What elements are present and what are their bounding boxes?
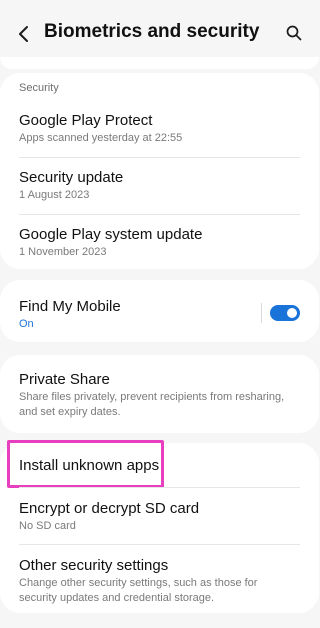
item-title: Find My Mobile — [19, 298, 121, 315]
app-header: Biometrics and security — [0, 0, 319, 64]
item-title: Google Play Protect — [19, 112, 153, 129]
item-title: Other security settings — [19, 557, 169, 574]
toggle-knob — [285, 306, 299, 320]
chevron-left-icon — [19, 26, 28, 42]
vertical-separator — [261, 303, 262, 323]
other-security-settings-item[interactable]: Other security settings Change other sec… — [0, 556, 319, 606]
item-title: Google Play system update — [19, 226, 203, 243]
divider — [19, 214, 300, 215]
item-subtitle: No SD card — [19, 520, 76, 532]
item-subtitle: Apps scanned yesterday at 22:55 — [19, 132, 183, 144]
google-play-system-update-item[interactable]: Google Play system update 1 November 202… — [0, 225, 319, 260]
highlight-annotation — [7, 440, 164, 488]
divider — [19, 487, 300, 488]
security-update-item[interactable]: Security update 1 August 2023 — [0, 168, 319, 203]
item-subtitle: Share files privately, prevent recipient… — [19, 391, 285, 418]
item-subtitle: 1 November 2023 — [19, 246, 107, 258]
encrypt-sd-card-item[interactable]: Encrypt or decrypt SD card No SD card — [0, 499, 319, 534]
search-button[interactable] — [281, 20, 307, 46]
item-title: Private Share — [19, 371, 110, 388]
divider — [19, 544, 300, 545]
search-icon — [286, 25, 302, 41]
item-title: Security update — [19, 169, 124, 186]
private-share-item[interactable]: Private Share Share files privately, pre… — [0, 370, 319, 420]
google-play-protect-item[interactable]: Google Play Protect Apps scanned yesterd… — [0, 111, 319, 146]
find-my-mobile-toggle[interactable] — [270, 305, 300, 321]
item-subtitle: 1 August 2023 — [19, 189, 90, 201]
item-title: Encrypt or decrypt SD card — [19, 500, 200, 517]
item-status: On — [19, 318, 34, 330]
page-title: Biometrics and security — [44, 21, 260, 42]
divider — [19, 157, 300, 158]
previous-card-edge — [0, 57, 319, 69]
item-subtitle: Change other security settings, such as … — [19, 577, 258, 604]
back-button[interactable] — [10, 20, 38, 48]
section-label-security: Security — [19, 82, 59, 94]
